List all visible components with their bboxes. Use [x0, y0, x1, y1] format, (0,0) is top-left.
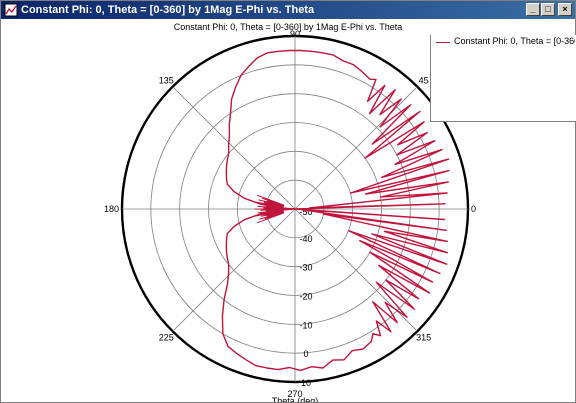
- legend: Constant Phi: 0, Theta = [0-360] b: [430, 35, 576, 122]
- series-trace: [221, 49, 450, 372]
- radial-tick-label: -10: [299, 320, 312, 330]
- angle-tick-label: 315: [416, 333, 431, 343]
- grid-spoke: [294, 208, 418, 332]
- angle-tick-label: 90: [290, 29, 300, 39]
- angle-tick-label: 225: [159, 333, 174, 343]
- window-title: Constant Phi: 0, Theta = [0-360] by 1Mag…: [21, 4, 315, 16]
- angle-tick-label: 45: [419, 75, 429, 85]
- chart-window-icon: [4, 3, 18, 17]
- legend-entry: Constant Phi: 0, Theta = [0-360] b: [454, 36, 575, 46]
- axis-label: Theta (deg): [272, 396, 319, 402]
- minimize-button[interactable]: _: [526, 3, 540, 16]
- app-window: Constant Phi: 0, Theta = [0-360] by 1Mag…: [0, 0, 576, 403]
- radial-tick-label: -20: [299, 292, 312, 302]
- series-trace-backlobe: [254, 194, 285, 224]
- title-bar[interactable]: Constant Phi: 0, Theta = [0-360] by 1Mag…: [1, 1, 575, 19]
- angle-tick-label: 135: [159, 75, 174, 85]
- angle-tick-label: 0: [471, 204, 476, 214]
- plot-area: Constant Phi: 0, Theta = [0-360] by 1Mag…: [1, 20, 576, 402]
- radial-tick-label: -30: [299, 263, 312, 273]
- radial-tick-label: -40: [299, 234, 312, 244]
- close-button[interactable]: ×: [558, 3, 572, 16]
- maximize-button[interactable]: □: [541, 3, 555, 16]
- legend-swatch: [436, 42, 450, 43]
- radial-tick-label: 10: [301, 378, 311, 388]
- angle-tick-label: 180: [104, 204, 119, 214]
- radial-tick-label: 0: [303, 349, 308, 359]
